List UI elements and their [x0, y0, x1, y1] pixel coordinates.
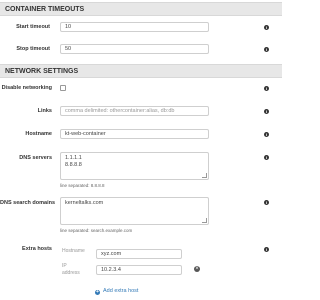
start-timeout-label: Start timeout	[16, 24, 50, 30]
info-icon[interactable]: i	[264, 47, 269, 52]
section-header-network-settings: Network Settings	[0, 64, 282, 78]
dns-servers-help: line separated: 8.8.8.8	[60, 183, 105, 188]
section-header-container-timeouts: Container Timeouts	[0, 2, 282, 16]
start-timeout-input[interactable]: 10	[60, 22, 209, 32]
extra-host-ip-label-2: address	[62, 270, 80, 276]
remove-icon[interactable]: ×	[194, 266, 200, 272]
disable-networking-checkbox[interactable]	[60, 85, 66, 91]
extra-host-hostname-label: Hostname	[62, 248, 85, 254]
dns-search-domains-label: DNS search domains	[0, 200, 56, 206]
info-icon[interactable]: i	[264, 132, 269, 137]
dns-servers-label: DNS servers	[19, 155, 52, 161]
stop-timeout-input[interactable]: 50	[60, 44, 209, 54]
resize-handle[interactable]	[202, 218, 207, 223]
extra-host-ip-label: IP	[62, 263, 67, 269]
info-icon[interactable]: i	[264, 109, 269, 114]
dns-server-line: 8.8.8.8	[65, 162, 82, 168]
add-extra-host-link[interactable]: + Add extra host	[95, 288, 138, 295]
disable-networking-label: Disable networking	[1, 85, 52, 91]
stop-timeout-label: Stop timeout	[16, 46, 50, 52]
info-icon[interactable]: i	[264, 86, 269, 91]
info-icon[interactable]: i	[264, 155, 269, 160]
info-icon[interactable]: i	[264, 25, 269, 30]
dns-search-domain-line: kerneltalks.com	[65, 200, 104, 206]
extra-host-hostname-input[interactable]: xyz.com	[96, 249, 182, 259]
dns-search-domains-help: line separated: search.example.com	[60, 228, 133, 233]
hostname-label: Hostname	[25, 131, 52, 137]
add-icon: +	[95, 288, 100, 295]
info-icon[interactable]: i	[264, 200, 269, 205]
add-extra-host-label: Add extra host	[103, 288, 139, 294]
extra-hosts-label: Extra hosts	[22, 246, 52, 252]
dns-servers-textarea[interactable]: 1.1.1.1 8.8.8.8	[60, 152, 209, 180]
links-label: Links	[37, 108, 52, 114]
links-input[interactable]: comma delimited: othercontainer:alias, d…	[60, 106, 209, 116]
info-icon[interactable]: i	[264, 247, 269, 252]
dns-server-line: 1.1.1.1	[65, 155, 82, 161]
extra-host-ip-input[interactable]: 10.2.3.4	[96, 265, 182, 275]
hostname-input[interactable]: kt-web-container	[60, 129, 209, 139]
dns-search-domains-textarea[interactable]: kerneltalks.com	[60, 197, 209, 225]
resize-handle[interactable]	[202, 173, 207, 178]
